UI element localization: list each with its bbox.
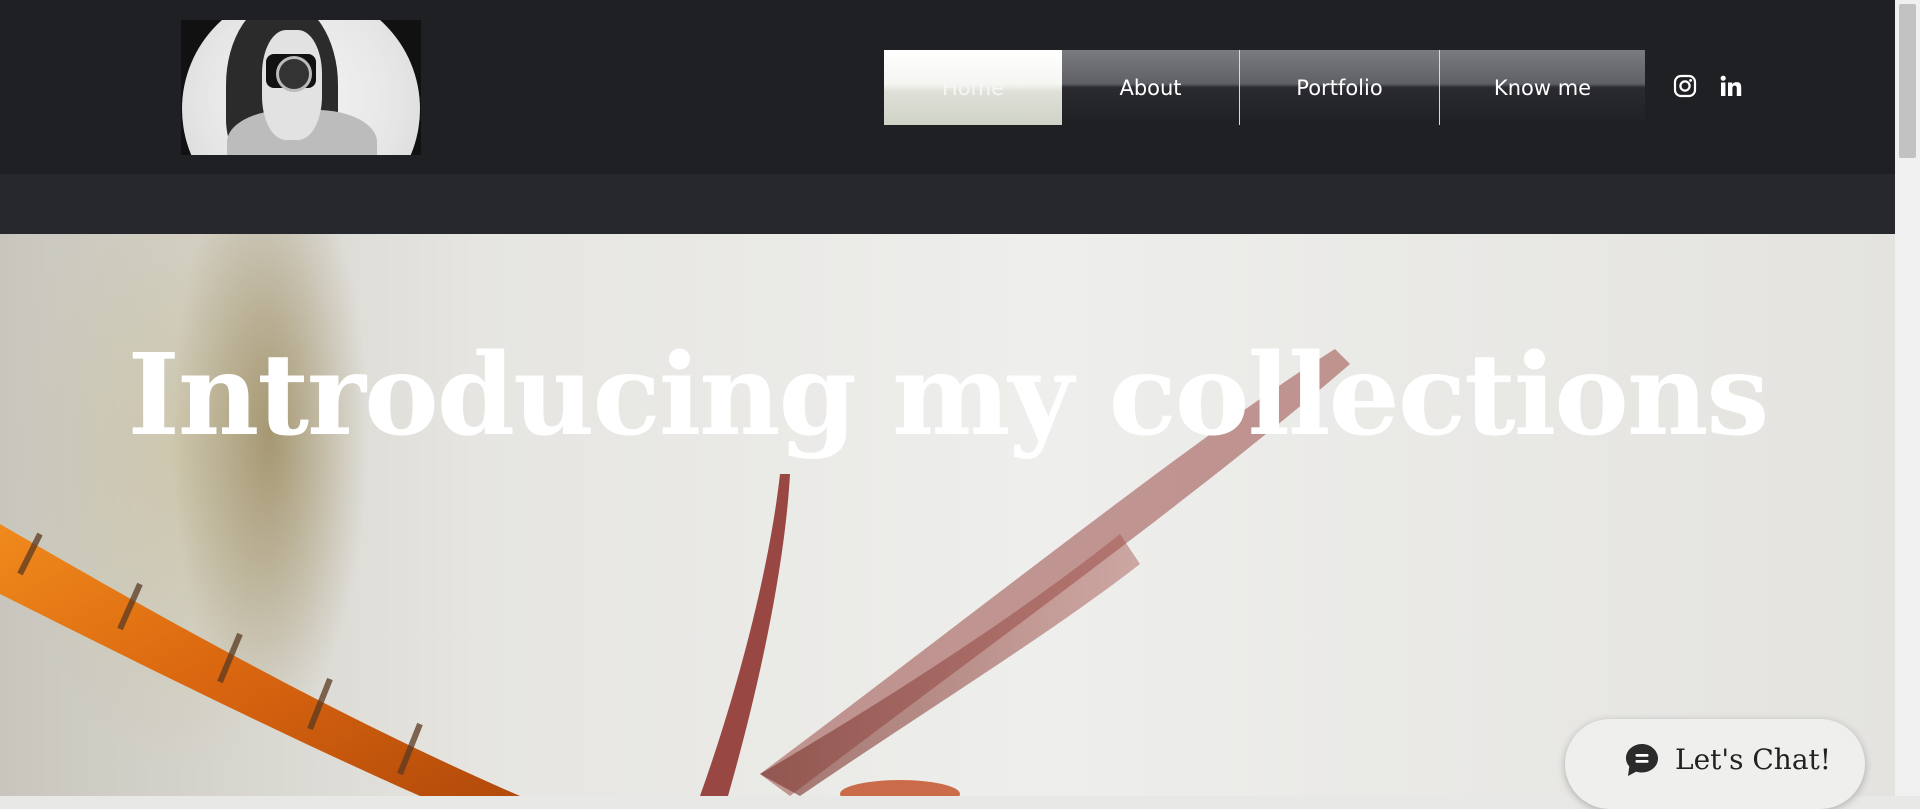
nav-portfolio[interactable]: Portfolio bbox=[1239, 50, 1439, 125]
scrollbar-thumb[interactable] bbox=[1899, 4, 1916, 158]
site-header: Home About Portfolio Know me bbox=[0, 0, 1895, 174]
photographer-portrait bbox=[182, 20, 420, 155]
dragonfly-image bbox=[0, 349, 1350, 796]
page-scrollbar[interactable] bbox=[1895, 0, 1920, 796]
site-logo[interactable] bbox=[181, 20, 421, 155]
hero-section: Introducing my collections bbox=[0, 234, 1895, 796]
nav-home[interactable]: Home bbox=[884, 50, 1062, 125]
nav-know-me[interactable]: Know me bbox=[1439, 50, 1645, 125]
header-subbar bbox=[0, 174, 1895, 234]
chat-bubble-icon bbox=[1626, 744, 1658, 776]
nav-about[interactable]: About bbox=[1062, 50, 1239, 125]
social-links bbox=[1672, 73, 1744, 101]
chat-label: Let's Chat! bbox=[1675, 743, 1832, 776]
main-nav: Home About Portfolio Know me bbox=[884, 50, 1645, 125]
instagram-icon[interactable] bbox=[1672, 73, 1698, 99]
linkedin-icon[interactable] bbox=[1718, 73, 1744, 99]
hero-title: Introducing my collections bbox=[127, 330, 1770, 461]
